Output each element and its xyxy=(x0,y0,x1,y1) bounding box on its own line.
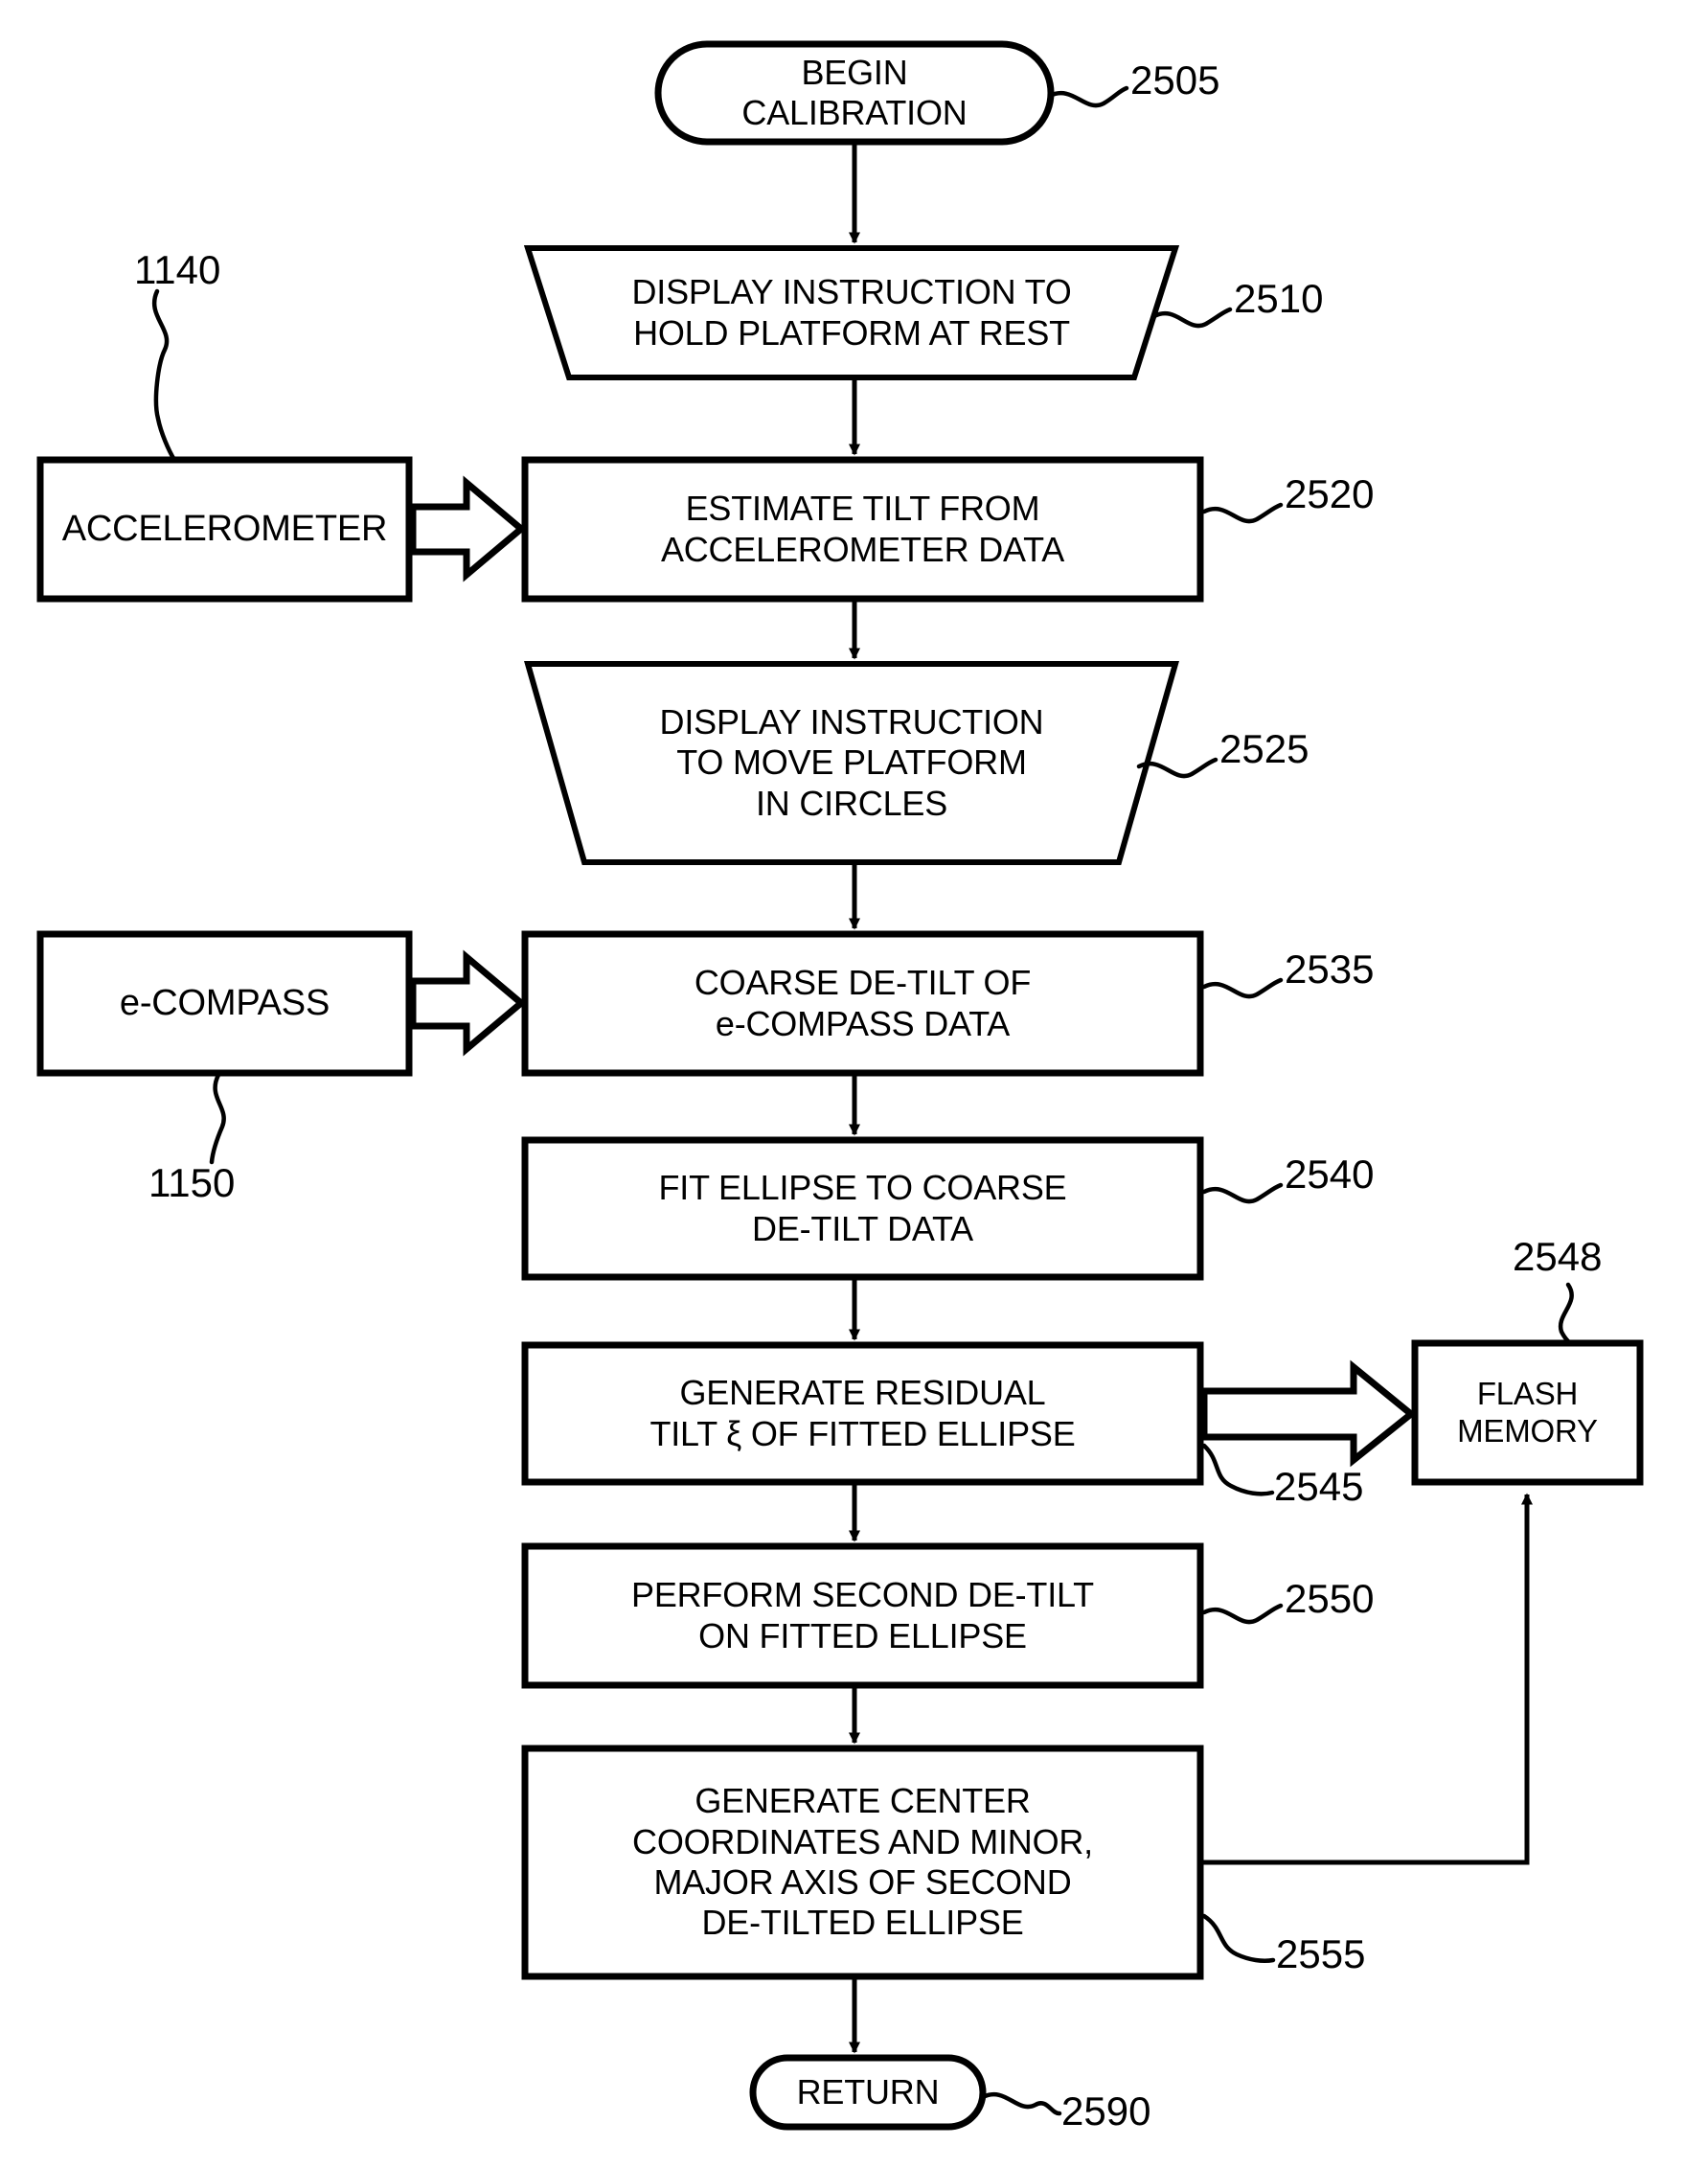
leader-2525 xyxy=(1136,757,1218,779)
leader-2550 xyxy=(1201,1603,1284,1625)
leader-2545 xyxy=(1201,1443,1275,1496)
block-arrow-accelerometer-to-2520 xyxy=(409,475,527,582)
accelerometer-shape xyxy=(36,456,413,603)
leader-2510 xyxy=(1151,307,1233,329)
leader-2505 xyxy=(1047,85,1129,108)
flash-memory-shape xyxy=(1411,1339,1644,1486)
residual-tilt-shape xyxy=(521,1341,1204,1486)
leader-2548 xyxy=(1558,1282,1574,1346)
display-hold-shape xyxy=(523,245,1180,380)
block-arrow-ecompass-to-2535 xyxy=(409,949,527,1057)
return-terminator-shape xyxy=(749,2054,987,2131)
flowchart-graphics xyxy=(36,40,1644,2131)
leader-1140 xyxy=(151,288,177,463)
leader-2540 xyxy=(1201,1182,1284,1204)
begin-terminator-shape xyxy=(654,40,1055,146)
display-circles-shape xyxy=(524,661,1179,865)
leader-1150 xyxy=(209,1072,226,1165)
leader-2555 xyxy=(1201,1913,1276,1963)
figure-canvas: BEGIN CALIBRATION DISPLAY INSTRUCTION TO… xyxy=(0,0,1708,2168)
fit-ellipse-shape xyxy=(521,1136,1204,1281)
generate-center-shape xyxy=(521,1745,1204,1980)
leader-2535 xyxy=(1201,977,1284,999)
connector-2555-to-flash-memory xyxy=(1200,1493,1533,1865)
estimate-tilt-shape xyxy=(521,456,1204,603)
leader-2590 xyxy=(980,2092,1062,2116)
ecompass-shape xyxy=(36,930,413,1077)
coarse-detilt-shape xyxy=(521,930,1204,1077)
leader-2520 xyxy=(1201,502,1284,524)
second-detilt-shape xyxy=(521,1542,1204,1689)
block-arrow-2545-to-flash-memory xyxy=(1200,1359,1417,1468)
